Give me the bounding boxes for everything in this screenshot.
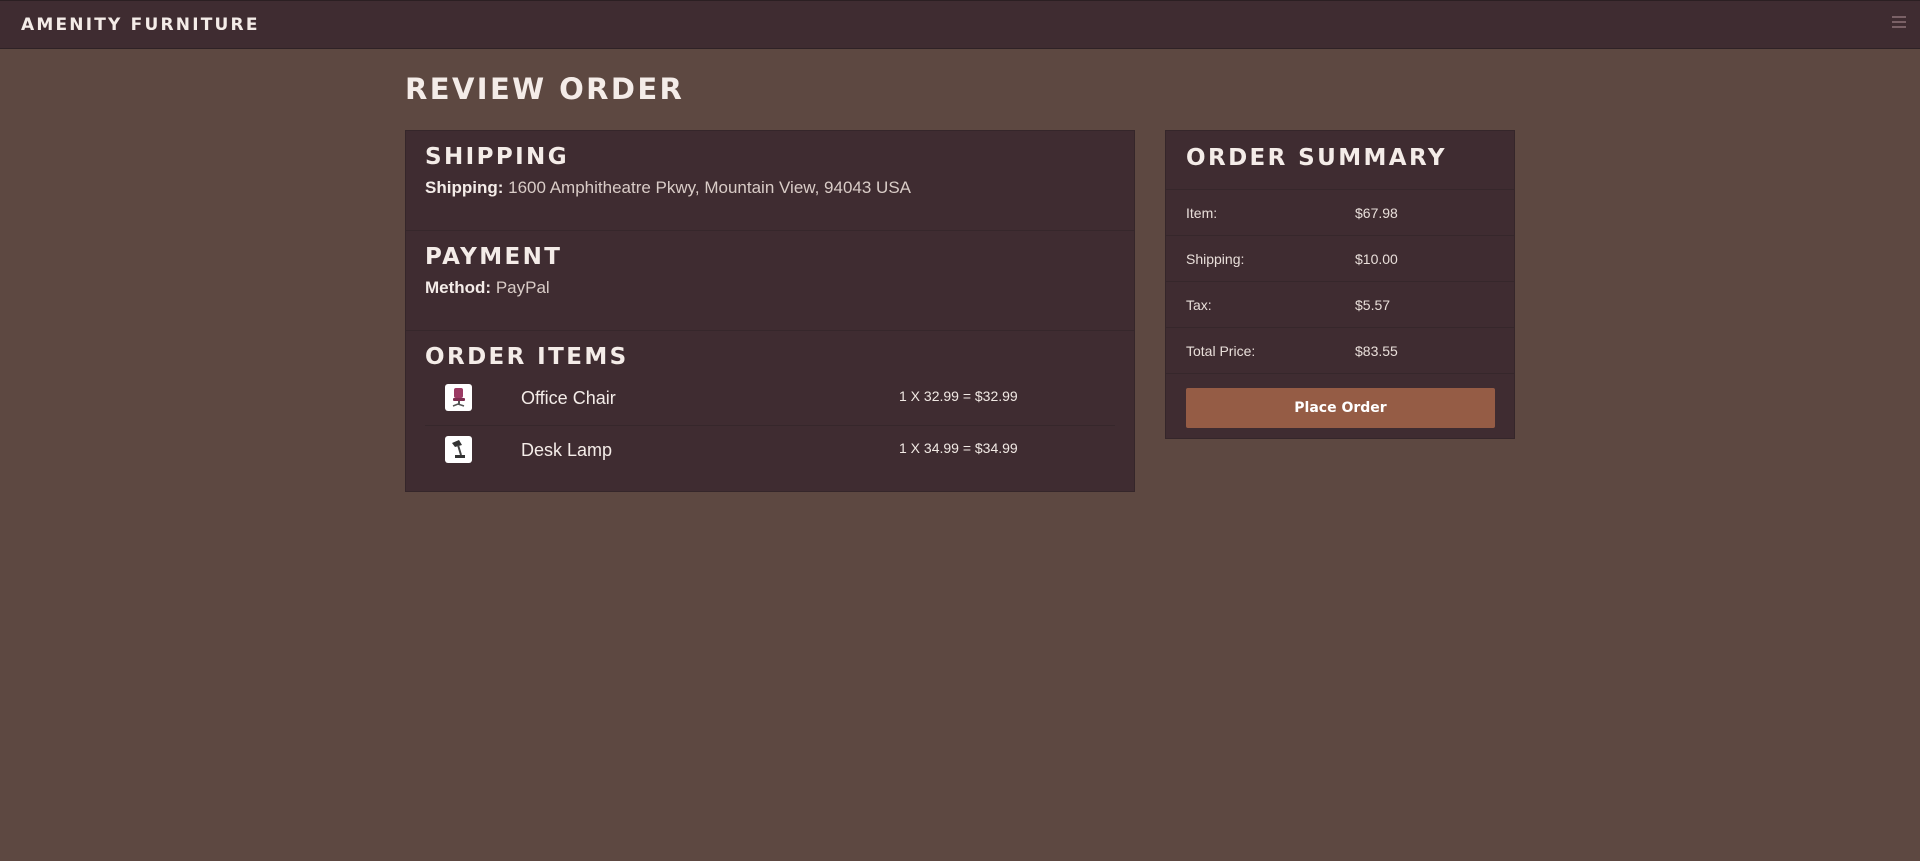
summary-row-total: Total Price: $83.55 [1166, 328, 1514, 374]
order-item-row: Desk Lamp 1 X 34.99 = $34.99 [425, 426, 1115, 478]
shipping-section: SHIPPING Shipping: 1600 Amphitheatre Pkw… [406, 131, 1134, 231]
payment-method-value: PayPal [495, 278, 550, 297]
order-item-row: Office Chair 1 X 32.99 = $32.99 [425, 374, 1115, 426]
summary-label: Total Price: [1186, 343, 1256, 359]
summary-label: Item: [1186, 205, 1218, 221]
summary-row-item: Item: $67.98 [1166, 190, 1514, 236]
summary-value: $83.55 [1355, 343, 1398, 359]
summary-value: $67.98 [1355, 205, 1398, 221]
item-price-line: 1 X 32.99 = $32.99 [899, 388, 1018, 404]
summary-row-shipping: Shipping: $10.00 [1166, 236, 1514, 282]
item-name-link[interactable]: Office Chair [521, 388, 616, 409]
payment-method-line: Method: PayPal [425, 278, 1134, 298]
hamburger-menu-icon[interactable] [1892, 16, 1906, 28]
order-summary-heading: ORDER SUMMARY [1166, 131, 1514, 190]
order-items-list: Office Chair 1 X 32.99 = $32.99 Desk Lam… [425, 374, 1134, 478]
item-price-line: 1 X 34.99 = $34.99 [899, 440, 1018, 456]
brand-logo-link[interactable]: AMENITY FURNITURE [21, 15, 260, 35]
summary-value: $10.00 [1355, 251, 1398, 267]
summary-value: $5.57 [1355, 297, 1391, 313]
order-details-panel: SHIPPING Shipping: 1600 Amphitheatre Pkw… [405, 130, 1135, 492]
shipping-address-line: Shipping: 1600 Amphitheatre Pkwy, Mounta… [425, 178, 1134, 198]
payment-heading: PAYMENT [425, 244, 563, 270]
shipping-heading: SHIPPING [425, 144, 569, 170]
desk-lamp-thumbnail[interactable] [445, 436, 472, 463]
office-chair-thumbnail[interactable] [445, 384, 472, 411]
item-name-link[interactable]: Desk Lamp [521, 440, 612, 461]
summary-label: Shipping: [1186, 251, 1245, 267]
order-items-heading: ORDER ITEMS [425, 344, 629, 370]
order-items-section: ORDER ITEMS Office Chair 1 X 32.99 = $32… [406, 331, 1134, 478]
summary-label: Tax: [1186, 297, 1212, 313]
payment-section: PAYMENT Method: PayPal [406, 231, 1134, 331]
order-summary-panel: ORDER SUMMARY Item: $67.98 Shipping: $10… [1165, 130, 1515, 439]
summary-row-tax: Tax: $5.57 [1166, 282, 1514, 328]
shipping-address: 1600 Amphitheatre Pkwy, Mountain View, 9… [508, 178, 912, 197]
payment-method-label: Method: [425, 278, 492, 297]
top-navbar: AMENITY FURNITURE [0, 0, 1920, 49]
page-title: REVIEW ORDER [405, 72, 685, 106]
shipping-label: Shipping: [425, 178, 504, 197]
place-order-button[interactable]: Place Order [1186, 388, 1495, 428]
